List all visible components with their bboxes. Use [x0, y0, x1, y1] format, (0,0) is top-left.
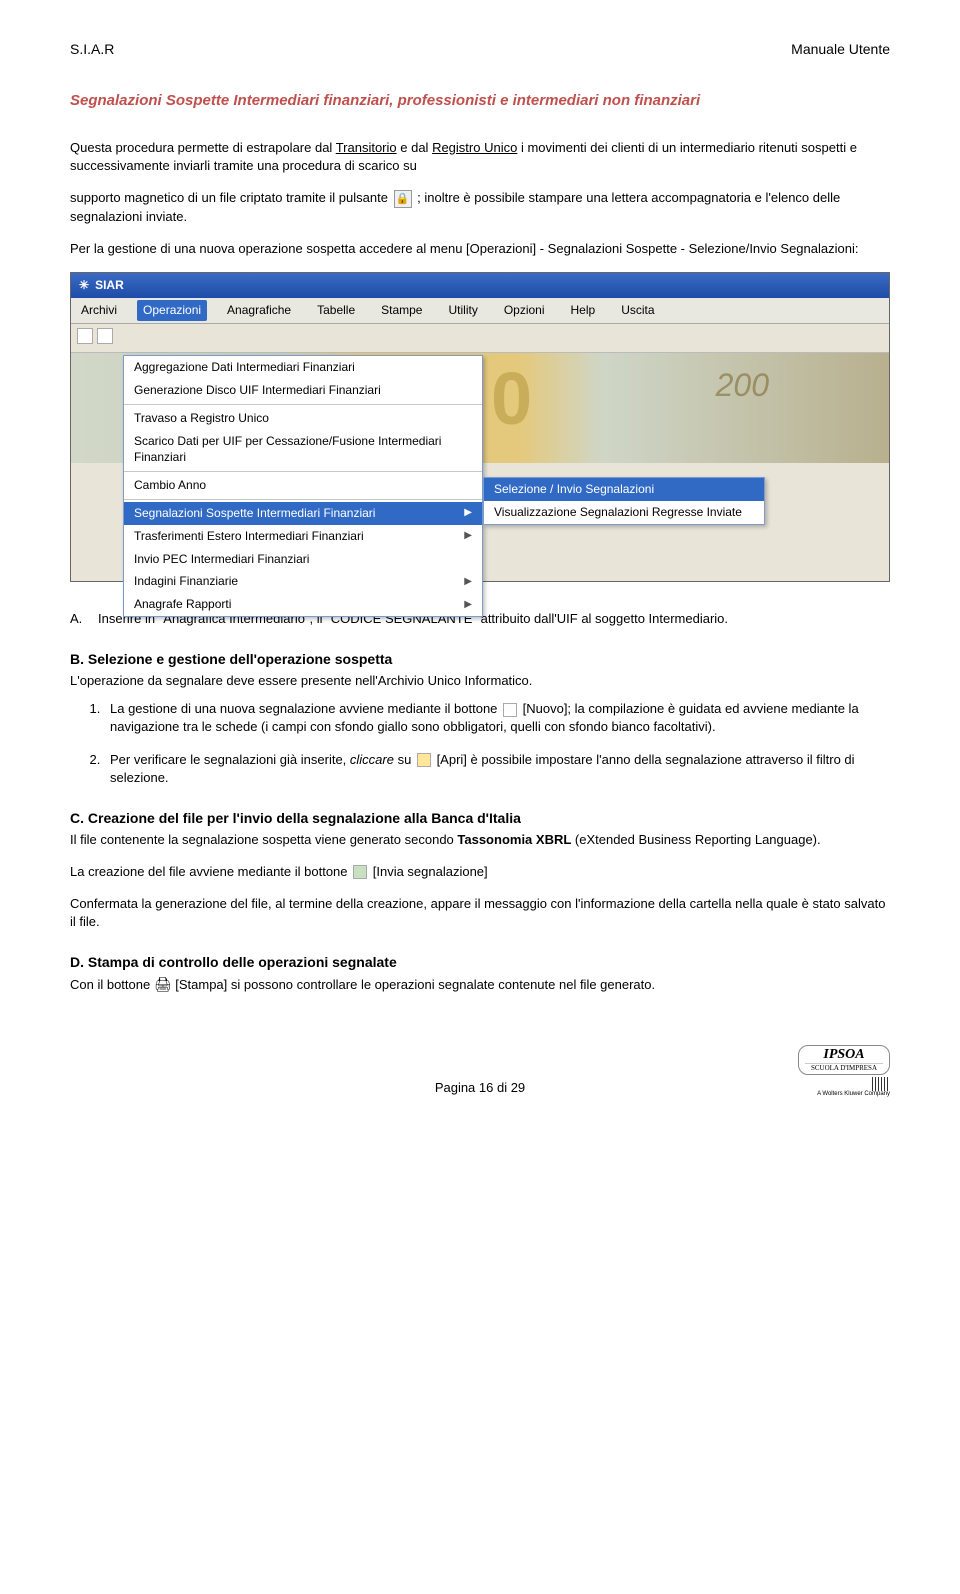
mi-anagrafe-rapporti[interactable]: Anagrafe Rapporti▶: [124, 593, 482, 616]
mi-segnalazioni-sospette[interactable]: Segnalazioni Sospette Intermediari Finan…: [124, 502, 482, 525]
mi-aggregazione[interactable]: Aggregazione Dati Intermediari Finanziar…: [124, 356, 482, 379]
watermark-small: 200: [716, 363, 769, 408]
app-title: SIAR: [95, 277, 124, 294]
toolbar: [71, 324, 889, 354]
logo-top: IPSOA: [805, 1048, 883, 1062]
section-c-p2: La creazione del file avviene mediante i…: [70, 863, 890, 881]
label-a: A.: [70, 610, 98, 628]
section-b-heading: B. Selezione e gestione dell'operazione …: [70, 650, 890, 670]
section-c-p3: Confermata la generazione del file, al t…: [70, 895, 890, 931]
menu-anagrafiche[interactable]: Anagrafiche: [221, 300, 297, 321]
toolbar-btn-1[interactable]: [77, 328, 93, 344]
intro-para-2: supporto magnetico di un file criptato t…: [70, 189, 890, 226]
dropdown-operazioni[interactable]: Aggregazione Dati Intermediari Finanziar…: [123, 355, 483, 617]
submenu-segnalazioni[interactable]: Selezione / Invio Segnalazioni Visualizz…: [483, 477, 765, 525]
chevron-right-icon: ▶: [464, 575, 472, 589]
app-screenshot: ✳ SIAR Archivi Operazioni Anagrafiche Ta…: [70, 272, 890, 582]
header-right: Manuale Utente: [791, 40, 890, 60]
toolbar-btn-2[interactable]: [97, 328, 113, 344]
menu-operazioni[interactable]: Operazioni: [137, 300, 207, 321]
titlebar: ✳ SIAR: [71, 273, 889, 298]
mi-generazione-disco[interactable]: Generazione Disco UIF Intermediari Finan…: [124, 379, 482, 402]
chevron-right-icon: ▶: [464, 598, 472, 612]
submenu-selezione-invio[interactable]: Selezione / Invio Segnalazioni: [484, 478, 764, 501]
intro-para-1: Questa procedura permette di estrapolare…: [70, 139, 890, 175]
page-number: Pagina 16 di 29: [162, 1079, 798, 1097]
menubar[interactable]: Archivi Operazioni Anagrafiche Tabelle S…: [71, 298, 889, 324]
page-title: Segnalazioni Sospette Intermediari finan…: [70, 90, 890, 111]
send-icon: [353, 865, 367, 879]
menu-opzioni[interactable]: Opzioni: [498, 300, 551, 321]
section-b-item-1: La gestione di una nuova segnalazione av…: [104, 700, 890, 736]
menu-uscita[interactable]: Uscita: [615, 300, 660, 321]
intro-para-3: Per la gestione di una nuova operazione …: [70, 240, 890, 258]
new-icon: [503, 703, 517, 717]
section-b-lead: L'operazione da segnalare deve essere pr…: [70, 672, 890, 690]
bars-icon: [872, 1077, 890, 1091]
watermark-large: 0: [491, 347, 532, 451]
printer-icon: 🖨: [154, 976, 172, 992]
menu-archivi[interactable]: Archivi: [75, 300, 123, 321]
menu-utility[interactable]: Utility: [442, 300, 483, 321]
open-icon: [417, 753, 431, 767]
section-b-item-2: Per verificare le segnalazioni già inser…: [104, 751, 890, 787]
section-c-p1: Il file contenente la segnalazione sospe…: [70, 831, 890, 849]
mi-invio-pec[interactable]: Invio PEC Intermediari Finanziari: [124, 548, 482, 571]
submenu-visualizzazione[interactable]: Visualizzazione Segnalazioni Regresse In…: [484, 501, 764, 524]
header-left: S.I.A.R: [70, 40, 114, 60]
section-b-list: La gestione di una nuova segnalazione av…: [104, 700, 890, 787]
section-d-heading: D. Stampa di controllo delle operazioni …: [70, 953, 890, 973]
section-d-p1: Con il bottone 🖨 [Stampa] si possono con…: [70, 975, 890, 995]
footer-logo: IPSOA SCUOLA D'IMPRESA A Wolters Kluwer …: [798, 1045, 890, 1098]
menu-tabelle[interactable]: Tabelle: [311, 300, 361, 321]
chevron-right-icon: ▶: [464, 506, 472, 520]
mi-cambio-anno[interactable]: Cambio Anno: [124, 474, 482, 497]
menu-stampe[interactable]: Stampe: [375, 300, 428, 321]
mi-scarico-dati[interactable]: Scarico Dati per UIF per Cessazione/Fusi…: [124, 430, 482, 470]
encrypt-icon: 🔒: [394, 190, 412, 208]
chevron-right-icon: ▶: [464, 529, 472, 543]
logo-tagline: A Wolters Kluwer Company: [798, 1091, 890, 1098]
mi-indagini[interactable]: Indagini Finanziarie▶: [124, 570, 482, 593]
logo-sub: SCUOLA D'IMPRESA: [805, 1063, 883, 1072]
mi-travaso[interactable]: Travaso a Registro Unico: [124, 407, 482, 430]
mi-trasferimenti-estero[interactable]: Trasferimenti Estero Intermediari Finanz…: [124, 525, 482, 548]
menu-help[interactable]: Help: [565, 300, 602, 321]
section-c-heading: C. Creazione del file per l'invio della …: [70, 809, 890, 829]
app-icon: ✳: [79, 277, 89, 294]
